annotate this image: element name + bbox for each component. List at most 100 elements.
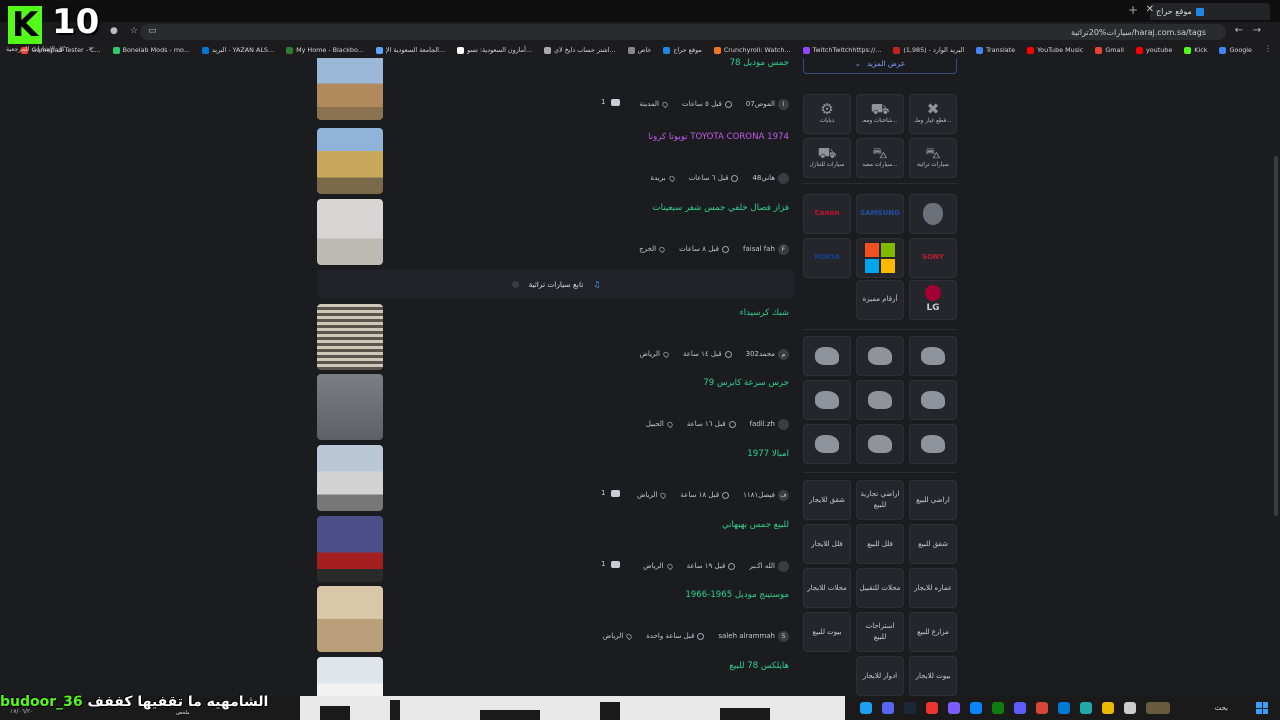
all-bookmarks-link[interactable]: كل الإشارات المرجعية [6,45,65,53]
animal-tile[interactable] [856,336,904,376]
listing-thumbnail[interactable] [317,58,383,120]
listing-item[interactable]: جمس موديل 78 المدينة قبل ٥ ساعات ا الموص07 1 [317,58,795,120]
apps-icon[interactable]: ⋮ [1264,44,1272,53]
listing-city[interactable]: الرياض [639,350,670,358]
listing-title[interactable]: امبالا 1977 [747,449,789,459]
realestate-tile[interactable]: شقق للبيع [909,524,957,564]
bookmark-item[interactable]: Bonelab Mods - mo... [112,46,190,54]
listing-city[interactable]: الرياض [603,632,633,640]
brand-tile[interactable]: Canon [803,194,851,234]
brand-tile[interactable] [856,238,904,278]
animal-tile[interactable] [803,336,851,376]
listing-thumbnail[interactable] [317,516,383,582]
scrollbar[interactable] [1272,58,1280,696]
app-icon[interactable] [860,702,872,714]
bookmark-item[interactable]: My Home - Blackbo... [286,46,364,54]
back-icon[interactable]: ← [1232,25,1246,36]
brand-tile[interactable]: SAMSUNG [856,194,904,234]
realestate-tile[interactable]: استراحات للبيع [856,612,904,652]
taskbar-search[interactable]: بحث [1215,704,1228,712]
animal-tile[interactable] [856,380,904,420]
listing-city[interactable]: الخرج [639,245,666,253]
windows-start-icon[interactable] [1256,702,1268,714]
bookmark-item[interactable]: أمازون السعودية: تسو... [457,46,532,54]
listing-title[interactable]: للبيع جمس بهبهاني [722,520,789,530]
bookmark-item[interactable]: Kick [1184,46,1207,54]
category-tile[interactable]: ⛍ سيارات تراثية [909,138,957,178]
brand-tile[interactable]: أرقام مميزة [856,280,904,320]
listing-user[interactable]: الله اكـبر [749,560,789,572]
bookmark-item[interactable]: موقع حراج [663,46,702,54]
forward-icon[interactable]: → [1250,25,1264,36]
listing-item[interactable]: موستينج موديل 1965-1966 الرياض قبل ساعة وا… [317,586,795,652]
store-icon[interactable] [1058,702,1070,714]
brand-tile[interactable]: SONY [909,238,957,278]
listing-user[interactable]: fadil.zh [750,418,789,430]
listing-item[interactable]: امبالا 1977 الرياض قبل ١٨ ساعة ف فيصل١١٨١ 1 [317,445,795,511]
listing-thumbnail[interactable] [317,128,383,194]
widgets-icon[interactable] [1146,702,1170,714]
bookmark-item[interactable]: Crunchyroll: Watch... [713,46,791,54]
category-tile[interactable]: ⛟ سيارات للتنازل [803,138,851,178]
listing-thumbnail[interactable] [317,445,383,511]
realestate-tile[interactable]: ادوار للايجار [856,656,904,696]
listing-thumbnail[interactable] [317,199,383,265]
browser-tab[interactable]: موقع حراج [1150,3,1270,20]
more-bookmarks-icon[interactable]: » [88,44,93,53]
listing-user[interactable]: هاني48 [752,172,789,184]
realestate-tile[interactable]: بيوت للايجار [909,656,957,696]
animal-tile[interactable] [909,336,957,376]
xbox-icon[interactable] [992,702,1004,714]
animal-tile[interactable] [909,380,957,420]
steam-icon[interactable] [904,702,916,714]
close-tab-icon[interactable]: ✕ [1146,4,1154,15]
show-more-button[interactable]: ⌄ عرض المزيد [803,58,957,74]
realestate-tile[interactable]: فلل للايجار [803,524,851,564]
listing-city[interactable]: الرياض [643,562,674,570]
category-tile[interactable]: ⛍ سيارات مصد... [856,138,904,178]
listing-user[interactable]: Ssaleh alrammah [718,630,789,642]
url-field[interactable]: haraj.com.sa/tags/سيارات%20تراثية [140,24,1226,40]
listing-title[interactable]: TOYOTA CORONA 1974 تويوتا كرونا [648,132,789,142]
follow-tag-button[interactable]: تابع سيارات تراثية ♫ [317,270,795,298]
realestate-tile[interactable]: محلات للتقبيل [856,568,904,608]
listing-item[interactable]: شبك كرسيداء الرياض قبل ١٤ ساعة م محمد302 [317,304,795,370]
listing-title[interactable]: هايلكس 78 للبيع [729,661,789,671]
comment-count[interactable]: 1 [601,560,621,568]
brand-tile[interactable] [909,194,957,234]
listing-city[interactable]: الرياض [637,491,668,499]
new-tab-icon[interactable]: + [1128,3,1138,17]
bookmark-star-icon[interactable]: ☆ [130,26,138,36]
listing-city[interactable]: المدينة [639,100,669,108]
realestate-tile[interactable]: محلات للايجار [803,568,851,608]
realestate-tile[interactable]: بيوت للبيع [803,612,851,652]
listing-title[interactable]: موستينج موديل 1965-1966 [685,590,789,600]
app-icon[interactable] [1080,702,1092,714]
listing-user[interactable]: Ffaisal fah [743,243,789,255]
listing-item[interactable]: جرس سرعة كابرس 79 الجبيل قبل ١٦ ساعة fadil.… [317,374,795,440]
listing-title[interactable]: جرس سرعة كابرس 79 [703,378,789,388]
chrome-icon[interactable] [1036,702,1048,714]
listing-user[interactable]: ا الموص07 [746,98,789,110]
explorer-icon[interactable] [1102,702,1114,714]
bookmark-item[interactable]: Translate [976,46,1015,54]
bookmark-item[interactable]: اشتر حساب دايخ لاي... [544,46,616,54]
scrollbar-thumb[interactable] [1274,156,1278,516]
listing-user[interactable]: ف فيصل١١٨١ [743,489,789,501]
brand-tile[interactable]: LG [909,280,957,320]
realestate-tile[interactable]: شقق للايجار [803,480,851,520]
listing-thumbnail[interactable] [317,586,383,652]
realestate-tile[interactable]: اراضي للبيع [909,480,957,520]
realestate-tile[interactable]: عماره للايجار [909,568,957,608]
bookmark-item[interactable]: البريد الوارد - (1,985) [893,46,964,54]
animal-tile[interactable] [803,380,851,420]
bookmark-item[interactable]: الجامعة السعودية الإ... [375,46,445,54]
listing-thumbnail[interactable] [317,304,383,370]
bookmark-item[interactable]: youtube [1135,46,1172,54]
category-tile[interactable]: ⚙ دبابات [803,94,851,134]
listing-title[interactable]: شبك كرسيداء [740,308,789,318]
app-icon[interactable] [1124,702,1136,714]
listing-title[interactable]: جمس موديل 78 [730,58,789,68]
listing-thumbnail[interactable] [317,657,383,696]
extension-icon[interactable]: ● [110,26,118,36]
